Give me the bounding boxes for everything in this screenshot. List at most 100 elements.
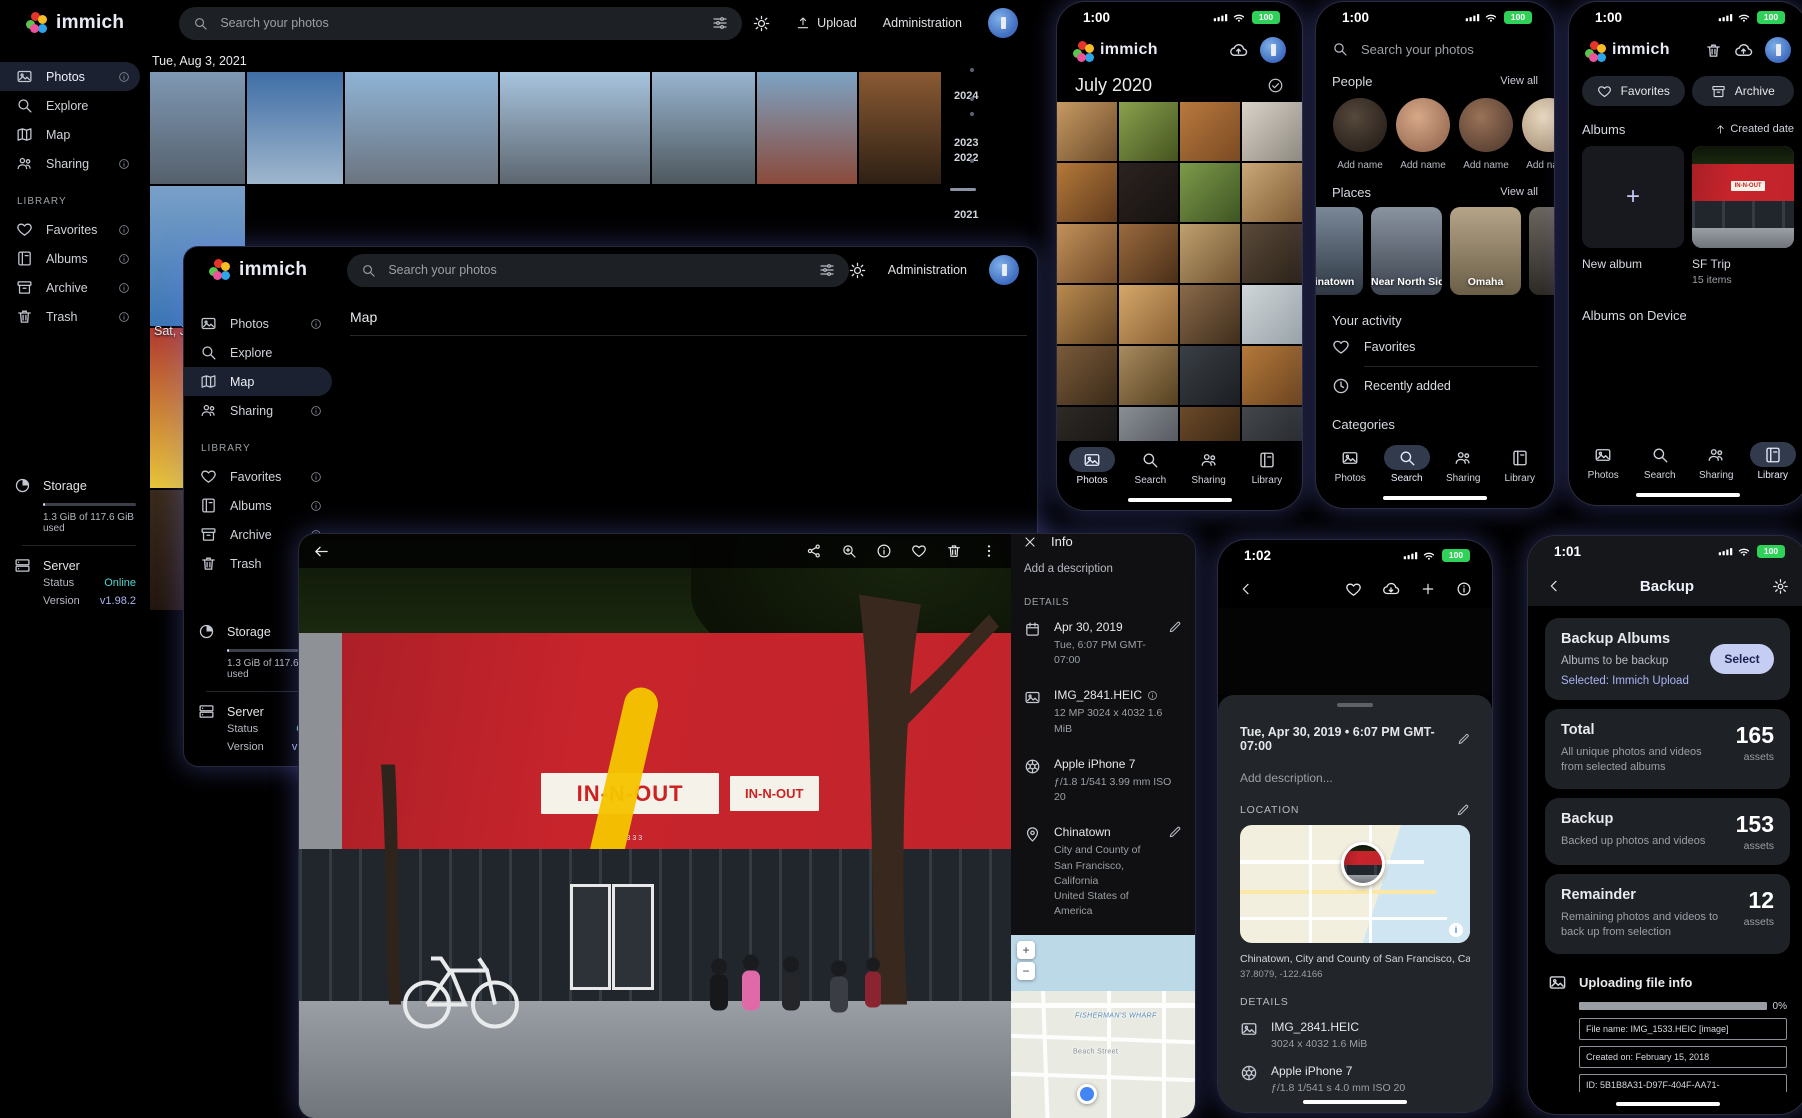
zoom-icon[interactable]: [841, 543, 857, 559]
filter-icon[interactable]: [819, 262, 835, 278]
avatar[interactable]: [989, 255, 1019, 285]
photo-thumbnail[interactable]: [1242, 407, 1302, 441]
sidebar-item-photos[interactable]: Photos: [0, 62, 140, 91]
screenshots-row[interactable]: Screenshots: [1332, 432, 1538, 439]
theme-toggle-icon[interactable]: [849, 262, 866, 279]
select-albums-button[interactable]: Select: [1710, 644, 1774, 674]
search-input[interactable]: Search your photos: [1316, 32, 1554, 66]
sidebar-item-sharing[interactable]: Sharing: [184, 396, 332, 425]
administration-button[interactable]: Administration: [888, 263, 967, 277]
photo-thumbnail[interactable]: [1180, 407, 1240, 441]
sidebar-item-albums[interactable]: Albums: [0, 244, 140, 273]
timeline-year-label[interactable]: 2023: [954, 137, 978, 149]
description-input[interactable]: Add a description: [1011, 549, 1195, 583]
photo-thumbnail[interactable]: [1057, 163, 1117, 222]
minimap-zoom-out-button[interactable]: −: [1017, 962, 1035, 980]
photo-thumbnail[interactable]: [1119, 163, 1179, 222]
home-indicator[interactable]: [1218, 1090, 1492, 1112]
add-name-label[interactable]: Add name: [1526, 160, 1554, 171]
timeline-year-label[interactable]: 2021: [954, 209, 978, 221]
administration-button[interactable]: Administration: [883, 16, 962, 30]
avatar[interactable]: [1260, 37, 1286, 63]
location-map[interactable]: i: [1240, 825, 1470, 943]
add-name-label[interactable]: Add name: [1337, 160, 1383, 171]
edit-location-icon[interactable]: [1168, 825, 1182, 839]
nav-item-search[interactable]: Search: [1122, 447, 1178, 486]
nav-item-photos[interactable]: Photos: [1575, 442, 1631, 481]
file-info-icon[interactable]: [1147, 690, 1158, 701]
back-icon[interactable]: [313, 543, 330, 560]
photo-thumbnail[interactable]: [1119, 285, 1179, 344]
photo-thumbnail[interactable]: [1057, 285, 1117, 344]
photo-thumbnail[interactable]: [1242, 285, 1302, 344]
sidebar-item-photos[interactable]: Photos: [184, 309, 332, 338]
sidebar-item-favorites[interactable]: Favorites: [0, 215, 140, 244]
back-icon[interactable]: [1238, 581, 1254, 597]
search-input[interactable]: Search your photos: [347, 254, 848, 287]
backup-cloud-icon[interactable]: [1734, 41, 1753, 60]
people-view-all[interactable]: View all: [1500, 75, 1538, 87]
sidebar-item-trash[interactable]: Trash: [0, 302, 140, 331]
avatar[interactable]: [1765, 37, 1791, 63]
albums-sort-button[interactable]: Created date: [1715, 123, 1794, 135]
share-icon[interactable]: [806, 543, 822, 559]
person-item[interactable]: Add name: [1458, 98, 1514, 171]
home-indicator[interactable]: [1569, 483, 1802, 505]
nav-item-photos[interactable]: Photos: [1322, 445, 1378, 484]
photo-thumbnail[interactable]: [1242, 346, 1302, 405]
search-input[interactable]: Search your photos: [179, 7, 742, 40]
sheet-handle[interactable]: [1240, 695, 1470, 711]
avatar[interactable]: [988, 8, 1018, 38]
location-minimap[interactable]: FISHERMAN'S WHARF Beach Street + −: [1011, 935, 1195, 1118]
photo-thumbnail[interactable]: [247, 72, 343, 184]
photo-thumbnail[interactable]: [1119, 346, 1179, 405]
photo-thumbnail[interactable]: [1180, 285, 1240, 344]
archive-button[interactable]: Archive: [1692, 76, 1795, 106]
photo-thumbnail[interactable]: [1119, 102, 1179, 161]
sidebar-item-archive[interactable]: Archive: [0, 273, 140, 302]
filter-icon[interactable]: [712, 15, 728, 31]
add-icon[interactable]: [1420, 581, 1436, 597]
photo-thumbnail[interactable]: [859, 72, 941, 184]
photo-thumbnail[interactable]: [1242, 224, 1302, 283]
photo-thumbnail[interactable]: [1180, 163, 1240, 222]
delete-icon[interactable]: [946, 543, 962, 559]
add-name-label[interactable]: Add name: [1463, 160, 1509, 171]
select-all-icon[interactable]: [1267, 77, 1284, 94]
photo-thumbnail[interactable]: [345, 72, 498, 184]
edit-date-icon[interactable]: [1457, 732, 1470, 746]
photo-thumbnail[interactable]: [1242, 163, 1302, 222]
photo-thumbnail[interactable]: [1057, 224, 1117, 283]
nav-item-sharing[interactable]: Sharing: [1435, 445, 1491, 484]
photo-thumbnail[interactable]: [1119, 407, 1179, 441]
sidebar-item-explore[interactable]: Explore: [184, 338, 332, 367]
sidebar-item-favorites[interactable]: Favorites: [184, 462, 332, 491]
home-indicator[interactable]: [1528, 1092, 1802, 1114]
photo-thumbnail[interactable]: [150, 72, 245, 184]
timeline-handle[interactable]: [950, 188, 976, 191]
photo-thumbnail[interactable]: [757, 72, 857, 184]
favorite-icon[interactable]: [1345, 581, 1362, 598]
nav-item-photos[interactable]: Photos: [1064, 447, 1120, 486]
photo-thumbnail[interactable]: [1180, 102, 1240, 161]
more-icon[interactable]: [981, 543, 997, 559]
favorite-icon[interactable]: [911, 543, 927, 559]
immich-logo[interactable]: immich: [209, 259, 307, 281]
nav-item-library[interactable]: Library: [1745, 442, 1801, 481]
person-item[interactable]: Add name: [1332, 98, 1388, 171]
album-card[interactable]: IN-N-OUT SF Trip 15 items: [1692, 146, 1794, 286]
photo-thumbnail[interactable]: [1180, 224, 1240, 283]
timeline-year-label[interactable]: 2024: [954, 90, 978, 102]
minimap-zoom-in-button[interactable]: +: [1017, 941, 1035, 959]
nav-item-sharing[interactable]: Sharing: [1688, 442, 1744, 481]
nav-item-search[interactable]: Search: [1379, 445, 1435, 484]
place-card[interactable]: Pi: [1529, 207, 1554, 295]
new-album-card[interactable]: + New album: [1582, 146, 1684, 286]
recently-added-row[interactable]: Recently added: [1332, 367, 1538, 405]
edit-location-icon[interactable]: [1456, 803, 1470, 817]
favorites-button[interactable]: Favorites: [1582, 76, 1685, 106]
photo-thumbnail[interactable]: [1057, 407, 1117, 441]
nav-item-sharing[interactable]: Sharing: [1181, 447, 1237, 486]
info-icon[interactable]: [876, 543, 892, 559]
immich-logo[interactable]: immich: [26, 12, 124, 34]
